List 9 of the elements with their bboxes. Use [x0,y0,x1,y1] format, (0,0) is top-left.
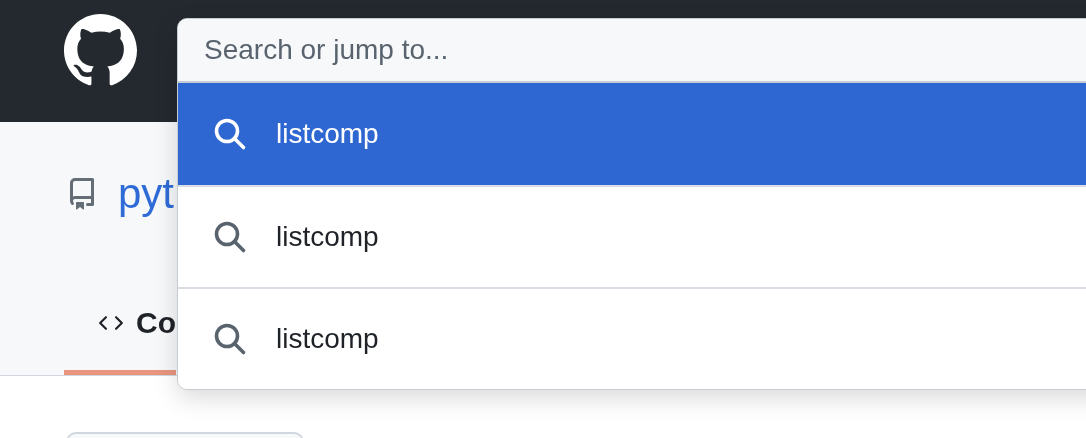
search-icon [212,219,248,255]
search-icon [212,321,248,357]
suggestion-item[interactable]: listcomp [178,287,1086,389]
cat-logo-icon[interactable] [64,13,137,87]
search-icon [212,116,248,152]
suggestion-item[interactable]: listcomp [178,185,1086,287]
suggestion-item[interactable]: listcomp [178,83,1086,185]
repository-link[interactable]: pyt [118,172,175,216]
search-field[interactable]: Search or jump to... [178,19,1086,83]
